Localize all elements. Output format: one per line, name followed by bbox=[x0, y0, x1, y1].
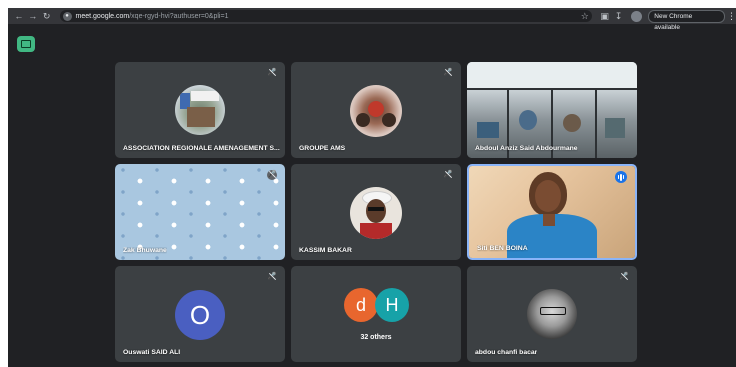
mic-off-icon: 🎤 bbox=[443, 171, 453, 178]
participant-avatar-letter: O bbox=[175, 290, 225, 340]
participant-tile-active-speaker[interactable]: Siti BEN BOINA bbox=[467, 164, 637, 260]
others-tile[interactable]: d H 32 others bbox=[291, 266, 461, 362]
participant-tile[interactable]: 🎤 ASSOCIATION REGIONALE AMENAGEMENT S... bbox=[115, 62, 285, 158]
participant-name: Abdoul Anziz Said Abdourmane bbox=[475, 145, 578, 152]
device-icon bbox=[21, 40, 31, 48]
meeting-details-button[interactable] bbox=[17, 36, 35, 52]
participant-name: abdou chanfi bacar bbox=[475, 349, 538, 356]
address-bar[interactable]: ● meet.google.com /xqe-rgyd-hvi?authuser… bbox=[59, 8, 592, 24]
url-domain: meet.google.com bbox=[75, 12, 130, 20]
participant-video bbox=[467, 62, 637, 158]
participant-avatar bbox=[350, 187, 402, 239]
site-info-icon[interactable]: ● bbox=[62, 11, 72, 21]
extensions-icon[interactable]: ▣ bbox=[598, 8, 612, 24]
mic-off-icon: 🎤 bbox=[267, 273, 277, 280]
forward-icon[interactable]: → bbox=[26, 8, 40, 24]
speaking-indicator-icon bbox=[615, 171, 627, 183]
bookmark-star-icon[interactable]: ☆ bbox=[578, 8, 592, 24]
downloads-icon[interactable]: ↧ bbox=[612, 8, 626, 24]
browser-toolbar: ← → ↻ ● meet.google.com /xqe-rgyd-hvi?au… bbox=[8, 8, 736, 31]
participant-tile[interactable]: 🎤 Zak Bhuwane bbox=[115, 164, 285, 260]
participant-name: Zak Bhuwane bbox=[123, 247, 167, 254]
browser-window: ← → ↻ ● meet.google.com /xqe-rgyd-hvi?au… bbox=[8, 8, 736, 367]
participant-name: Ouswati SAID ALI bbox=[123, 349, 181, 356]
participant-avatar bbox=[175, 85, 225, 135]
others-avatar-d: d bbox=[344, 288, 378, 322]
url-path: /xqe-rgyd-hvi?authuser=0&pli=1 bbox=[129, 12, 229, 20]
participant-tile[interactable]: 🎤 abdou chanfi bacar bbox=[467, 266, 637, 362]
participant-name: KASSIM BAKAR bbox=[299, 247, 352, 254]
chrome-menu-icon[interactable]: ⋮ bbox=[727, 11, 736, 22]
participant-avatar bbox=[527, 289, 577, 339]
participant-tile[interactable]: 🎤 KASSIM BAKAR bbox=[291, 164, 461, 260]
others-count: 32 others bbox=[360, 334, 392, 341]
participant-tile[interactable]: 🎤 O Ouswati SAID ALI bbox=[115, 266, 285, 362]
mic-off-icon: 🎤 bbox=[443, 69, 453, 76]
participant-name: ASSOCIATION REGIONALE AMENAGEMENT S... bbox=[123, 145, 280, 152]
participant-avatar bbox=[350, 85, 402, 137]
mic-off-icon: 🎤 bbox=[267, 69, 277, 76]
virtual-background-pattern bbox=[115, 164, 285, 260]
others-avatar-h: H bbox=[375, 288, 409, 322]
new-chrome-available-button[interactable]: New Chrome available bbox=[648, 9, 725, 31]
participant-tile[interactable]: 🎤 Abdoul Anziz Said Abdourmane bbox=[467, 62, 637, 158]
participant-name: Siti BEN BOINA bbox=[477, 245, 528, 252]
participant-name: GROUPE AMS bbox=[299, 145, 346, 152]
profile-avatar[interactable] bbox=[631, 10, 643, 22]
participant-tile[interactable]: 🎤 GROUPE AMS bbox=[291, 62, 461, 158]
back-icon[interactable]: ← bbox=[12, 8, 26, 24]
mic-off-icon: 🎤 bbox=[267, 170, 277, 180]
reload-icon[interactable]: ↻ bbox=[40, 8, 54, 24]
mic-off-icon: 🎤 bbox=[619, 273, 629, 280]
